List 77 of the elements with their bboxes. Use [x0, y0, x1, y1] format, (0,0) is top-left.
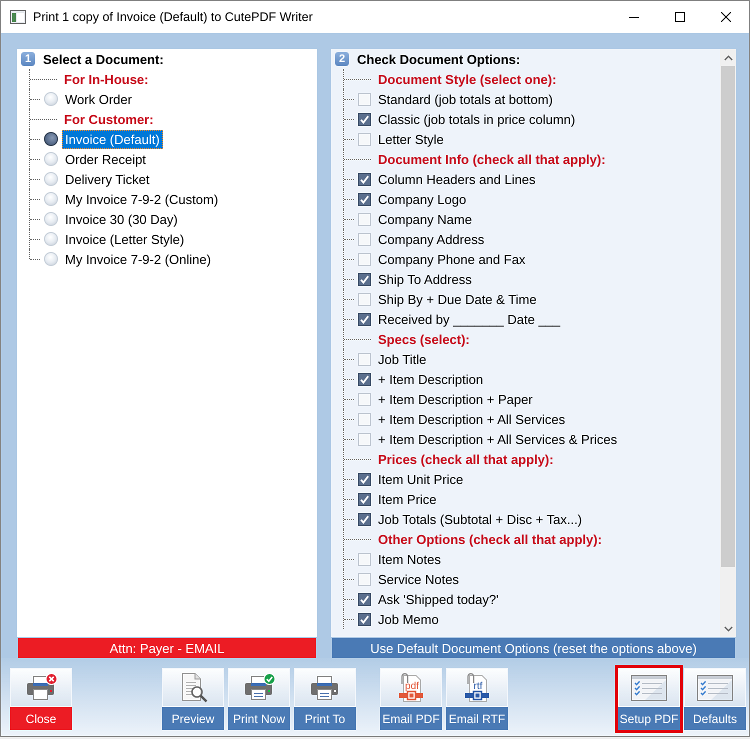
option-label[interactable]: Ship To Address: [378, 272, 472, 286]
toolbar-button[interactable]: Defaults: [684, 668, 746, 730]
step-number: 1: [21, 52, 35, 66]
checkbox[interactable]: [358, 312, 371, 326]
printer-x-icon: [24, 672, 58, 702]
checkbox[interactable]: [358, 612, 371, 626]
window-title: Print 1 copy of Invoice (Default) to CutePDF Writer: [33, 10, 313, 24]
checkbox[interactable]: [358, 472, 371, 486]
panel-title: Select a Document:: [43, 52, 164, 66]
option-label[interactable]: Column Headers and Lines: [378, 172, 536, 186]
toolbar-button[interactable]: Close: [10, 668, 72, 730]
checkbox[interactable]: [358, 592, 371, 606]
checkbox[interactable]: [358, 512, 371, 526]
attention-bar: Attn: Payer - EMAIL: [18, 638, 316, 658]
section-heading: Document Info (check all that apply):: [378, 152, 606, 166]
radio-button[interactable]: [44, 132, 58, 146]
checkbox[interactable]: [358, 192, 371, 206]
checkbox[interactable]: [358, 112, 371, 126]
section-heading: Prices (check all that apply):: [378, 452, 554, 466]
panel-title: Check Document Options:: [357, 52, 520, 66]
document-name[interactable]: My Invoice 7-9-2 (Custom): [62, 190, 222, 208]
printer-check-icon: [242, 672, 276, 702]
option-label[interactable]: Ask 'Shipped today?': [378, 592, 499, 606]
toolbar-button[interactable]: pdf Email PDF: [380, 668, 442, 730]
step-number: 2: [335, 52, 349, 66]
app-window-icon: [10, 10, 26, 24]
checkbox[interactable]: [358, 492, 371, 506]
checklist-window-icon: [631, 674, 667, 700]
option-label[interactable]: + Item Description + All Services & Prices: [378, 432, 618, 446]
option-label[interactable]: Job Memo: [378, 612, 439, 626]
document-name[interactable]: Delivery Ticket: [62, 170, 153, 188]
chevron-up-icon: [724, 54, 732, 60]
option-label[interactable]: Item Unit Price: [378, 472, 464, 486]
option-label[interactable]: + Item Description: [378, 372, 484, 386]
option-label[interactable]: Item Price: [378, 492, 437, 506]
scrollbar-thumb[interactable]: [721, 66, 735, 567]
document-name[interactable]: Invoice (Letter Style): [62, 230, 188, 248]
option-label[interactable]: Item Notes: [378, 552, 441, 566]
option-label[interactable]: Classic (job totals in price column): [378, 112, 576, 126]
toolbar-button[interactable]: Print To: [294, 668, 356, 730]
document-name[interactable]: Invoice 30 (30 Day): [62, 210, 181, 228]
option-label[interactable]: Company Address: [378, 232, 484, 246]
checkbox[interactable]: [358, 272, 371, 286]
default-options-button[interactable]: Use Default Document Options (reset the options above): [332, 638, 735, 658]
group-heading: For In-House:: [64, 72, 148, 86]
toolbar-button[interactable]: rtf Email RTF: [446, 668, 508, 730]
section-heading: Document Style (select one):: [378, 72, 556, 86]
toolbar-button[interactable]: Setup PDF: [615, 665, 683, 733]
toolbar-button[interactable]: Preview: [162, 668, 224, 730]
option-label[interactable]: Company Name: [378, 212, 472, 226]
minimize-icon: [629, 16, 639, 18]
chevron-down-icon: [724, 626, 732, 632]
document-name[interactable]: Work Order: [62, 90, 135, 108]
scrollbar[interactable]: [720, 49, 736, 637]
option-label[interactable]: Standard (job totals at bottom): [378, 92, 553, 106]
document-name[interactable]: Order Receipt: [62, 150, 149, 168]
checkbox[interactable]: [358, 172, 371, 186]
option-label[interactable]: + Item Description + All Services: [378, 412, 566, 426]
checkbox[interactable]: [358, 372, 371, 386]
group-heading: For Customer:: [64, 112, 154, 126]
maximize-icon: [675, 12, 685, 22]
option-label[interactable]: Job Totals (Subtotal + Disc + Tax...): [378, 512, 582, 526]
option-label[interactable]: Letter Style: [378, 132, 444, 146]
option-label[interactable]: + Item Description + Paper: [378, 392, 533, 406]
document-name[interactable]: My Invoice 7-9-2 (Online): [62, 250, 214, 268]
section-heading: Specs (select):: [378, 332, 470, 346]
option-label[interactable]: Ship By + Due Date & Time: [378, 292, 537, 306]
option-label[interactable]: Job Title: [378, 352, 426, 366]
option-label[interactable]: Company Phone and Fax: [378, 252, 526, 266]
option-label[interactable]: Company Logo: [378, 192, 466, 206]
option-label[interactable]: Service Notes: [378, 572, 459, 586]
toolbar-button[interactable]: Print Now: [228, 668, 290, 730]
close-icon: [721, 12, 731, 22]
option-label[interactable]: Received by _______ Date ___: [378, 312, 560, 326]
document-name[interactable]: Invoice (Default): [62, 130, 163, 148]
checklist-window-icon: [697, 674, 733, 700]
section-heading: Other Options (check all that apply):: [378, 532, 602, 546]
